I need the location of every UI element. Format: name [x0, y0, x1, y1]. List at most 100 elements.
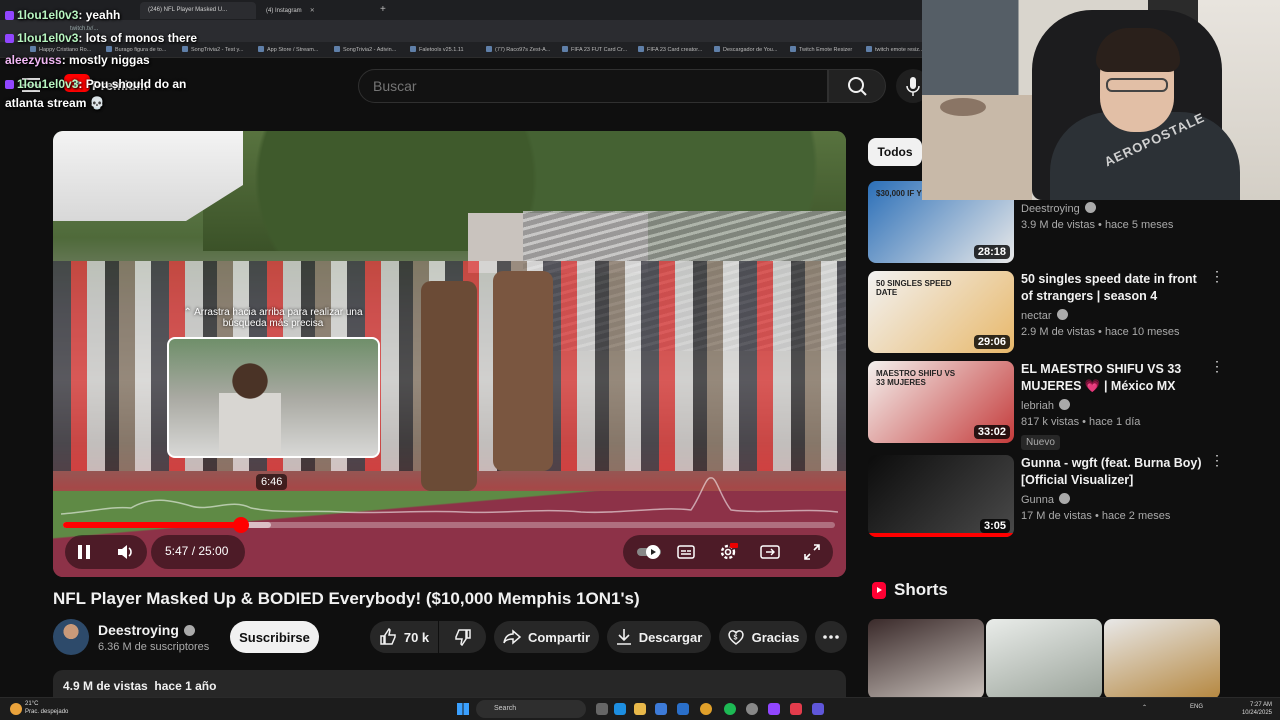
close-icon[interactable]: ✕ [310, 8, 315, 14]
recommended-video[interactable]: MAESTRO SHIFU VS 33 MUJERES 33:02 EL MAEST… [868, 359, 1228, 450]
channel-name[interactable]: Deestroying [98, 622, 195, 638]
more-horizontal-icon [823, 635, 839, 639]
video-thumbnail[interactable]: 50 SINGLES SPEED DATE 29:06 [868, 271, 1014, 353]
mail-icon[interactable] [677, 703, 689, 715]
bookmark-item[interactable]: (77) Raco97s Zest-A... [486, 46, 550, 53]
channel-name-text: Deestroying [98, 622, 179, 638]
weather-desc: Prac. despejado [25, 709, 69, 715]
bookmark-item[interactable]: Faletools v25.1.11 [410, 46, 464, 53]
miniplayer-button[interactable] [755, 537, 785, 567]
fullscreen-icon [804, 544, 820, 560]
upload-age: hace 1 año [154, 679, 217, 693]
recommended-title[interactable]: EL MAESTRO SHIFU VS 33 MUJERES 💗 | Méxic… [1021, 361, 1206, 395]
download-label: Descargar [638, 629, 703, 645]
pause-icon [78, 545, 90, 559]
search-button[interactable] [828, 69, 886, 103]
bookmark-item[interactable]: Twitch Emote Resizer [790, 46, 852, 53]
tab-instagram[interactable]: (4) Instagram ✕ [258, 2, 374, 19]
short-thumbnail[interactable] [868, 619, 984, 699]
bookmark-item[interactable]: Happy Cristiano Ro... [30, 46, 91, 53]
tray-chevron-icon[interactable]: ⌃ [1142, 704, 1147, 711]
twitch-icon[interactable] [768, 703, 780, 715]
bookmark-item[interactable]: FIFA 23 Card creator... [638, 46, 702, 53]
video-thumbnail[interactable]: 3:05 [868, 455, 1014, 537]
chat-username: aleezyuss [5, 53, 62, 67]
description-box[interactable]: 4.9 M de vistas hace 1 año [53, 670, 846, 700]
music-icon[interactable] [790, 703, 802, 715]
chat-message: 1lou1el0v3: lots of monos there [5, 31, 197, 45]
windows-taskbar: 21°C Prac. despejado Search ⌃ ENG 7:27 AM… [0, 697, 1280, 720]
autoplay-toggle[interactable] [635, 537, 665, 567]
chat-message: aleezyuss: mostly niggas [5, 53, 150, 67]
bookmark-item[interactable]: SongTrivia2 - Test y... [182, 46, 243, 53]
recommended-title[interactable]: Gunna - wgft (feat. Burna Boy) [Official… [1021, 455, 1206, 489]
store-icon[interactable] [655, 703, 667, 715]
bookmark-item[interactable]: SongTrivia2 - Adivin... [334, 46, 396, 53]
filter-chip-all[interactable]: Todos [868, 138, 922, 166]
miniplayer-icon [760, 545, 780, 559]
share-button[interactable]: Compartir [494, 621, 599, 653]
weather-widget[interactable]: 21°C Prac. despejado [25, 700, 68, 716]
recommended-channel[interactable]: Gunna [1021, 493, 1071, 506]
bookmark-item[interactable]: Descargador de You... [714, 46, 777, 53]
recommended-video[interactable]: 50 SINGLES SPEED DATE 29:06 50 singles spe… [868, 269, 1228, 355]
badge-icon [5, 34, 14, 43]
bookmark-item[interactable]: twitch emote resiz... [866, 46, 924, 53]
task-view-icon[interactable] [596, 703, 608, 715]
new-tab-icon[interactable]: + [380, 4, 386, 15]
channel-avatar[interactable] [53, 619, 89, 655]
more-actions-button[interactable] [815, 621, 847, 653]
edge-icon[interactable] [614, 703, 626, 715]
recommended-channel[interactable]: lebriah [1021, 399, 1071, 412]
system-clock[interactable]: 7:27 AM 10/24/2025 [1236, 701, 1272, 717]
view-stats: 4.9 M de vistas hace 1 año [63, 679, 216, 693]
obs-icon[interactable] [746, 703, 758, 715]
recommended-title[interactable]: 50 singles speed date in front of strang… [1021, 271, 1206, 305]
clock-date: 10/24/2025 [1241, 710, 1272, 716]
settings-button[interactable] [713, 537, 743, 567]
more-vertical-icon[interactable]: ⋮ [1210, 359, 1224, 373]
search-input[interactable] [358, 69, 828, 103]
weather-icon[interactable] [10, 703, 22, 715]
search-icon [848, 77, 867, 96]
subtitles-button[interactable] [671, 537, 701, 567]
tab-youtube[interactable]: (246) NFL Player Masked U... [140, 2, 256, 19]
thanks-button[interactable]: $ Gracias [719, 621, 807, 653]
recommended-video[interactable]: 3:05 Gunna - wgft (feat. Burna Boy) [Offi… [868, 453, 1228, 539]
heatmap-graph [61, 477, 838, 515]
start-icon[interactable] [457, 703, 469, 715]
video-duration: 3:05 [979, 519, 1010, 533]
volume-button[interactable] [111, 537, 141, 567]
recommended-channel[interactable]: nectar [1021, 309, 1068, 322]
download-button[interactable]: Descargar [607, 621, 711, 653]
chrome-icon[interactable] [700, 703, 712, 715]
video-player[interactable]: ⌃ Arrastra hacia arriba para realizar un… [53, 131, 846, 577]
video-frame-runner [421, 281, 477, 491]
fullscreen-button[interactable] [797, 537, 827, 567]
file-explorer-icon[interactable] [634, 703, 646, 715]
video-duration: 33:02 [973, 425, 1010, 439]
pause-button[interactable] [69, 537, 99, 567]
video-thumbnail[interactable]: MAESTRO SHIFU VS 33 MUJERES 33:02 [868, 361, 1014, 443]
more-vertical-icon[interactable]: ⋮ [1210, 453, 1224, 467]
dislike-button[interactable] [439, 621, 486, 653]
language-indicator[interactable]: ENG [1190, 704, 1203, 710]
app-icon[interactable] [812, 703, 824, 715]
badge-icon [5, 11, 14, 20]
short-thumbnail[interactable] [1104, 619, 1220, 699]
bookmark-item[interactable]: App Store / Stream... [258, 46, 318, 53]
more-vertical-icon[interactable]: ⋮ [1210, 269, 1224, 283]
recommended-channel[interactable]: Deestroying [1021, 202, 1096, 215]
subscribe-button[interactable]: Suscribirse [230, 621, 319, 653]
browser-tab-bar: (246) NFL Player Masked U... (4) Instagr… [0, 0, 922, 20]
spotify-icon[interactable] [724, 703, 736, 715]
subtitles-icon [677, 545, 695, 559]
bookmark-item[interactable]: Burago figura de to... [106, 46, 166, 53]
taskbar-search[interactable]: Search [476, 700, 586, 718]
gear-icon [720, 543, 738, 560]
short-thumbnail[interactable] [986, 619, 1102, 699]
tab-label: (4) Instagram [266, 8, 302, 14]
progress-bar[interactable] [63, 517, 835, 533]
bookmark-item[interactable]: FIFA 23 FUT Card Cr... [562, 46, 627, 53]
like-button[interactable]: 70 k [370, 621, 438, 653]
